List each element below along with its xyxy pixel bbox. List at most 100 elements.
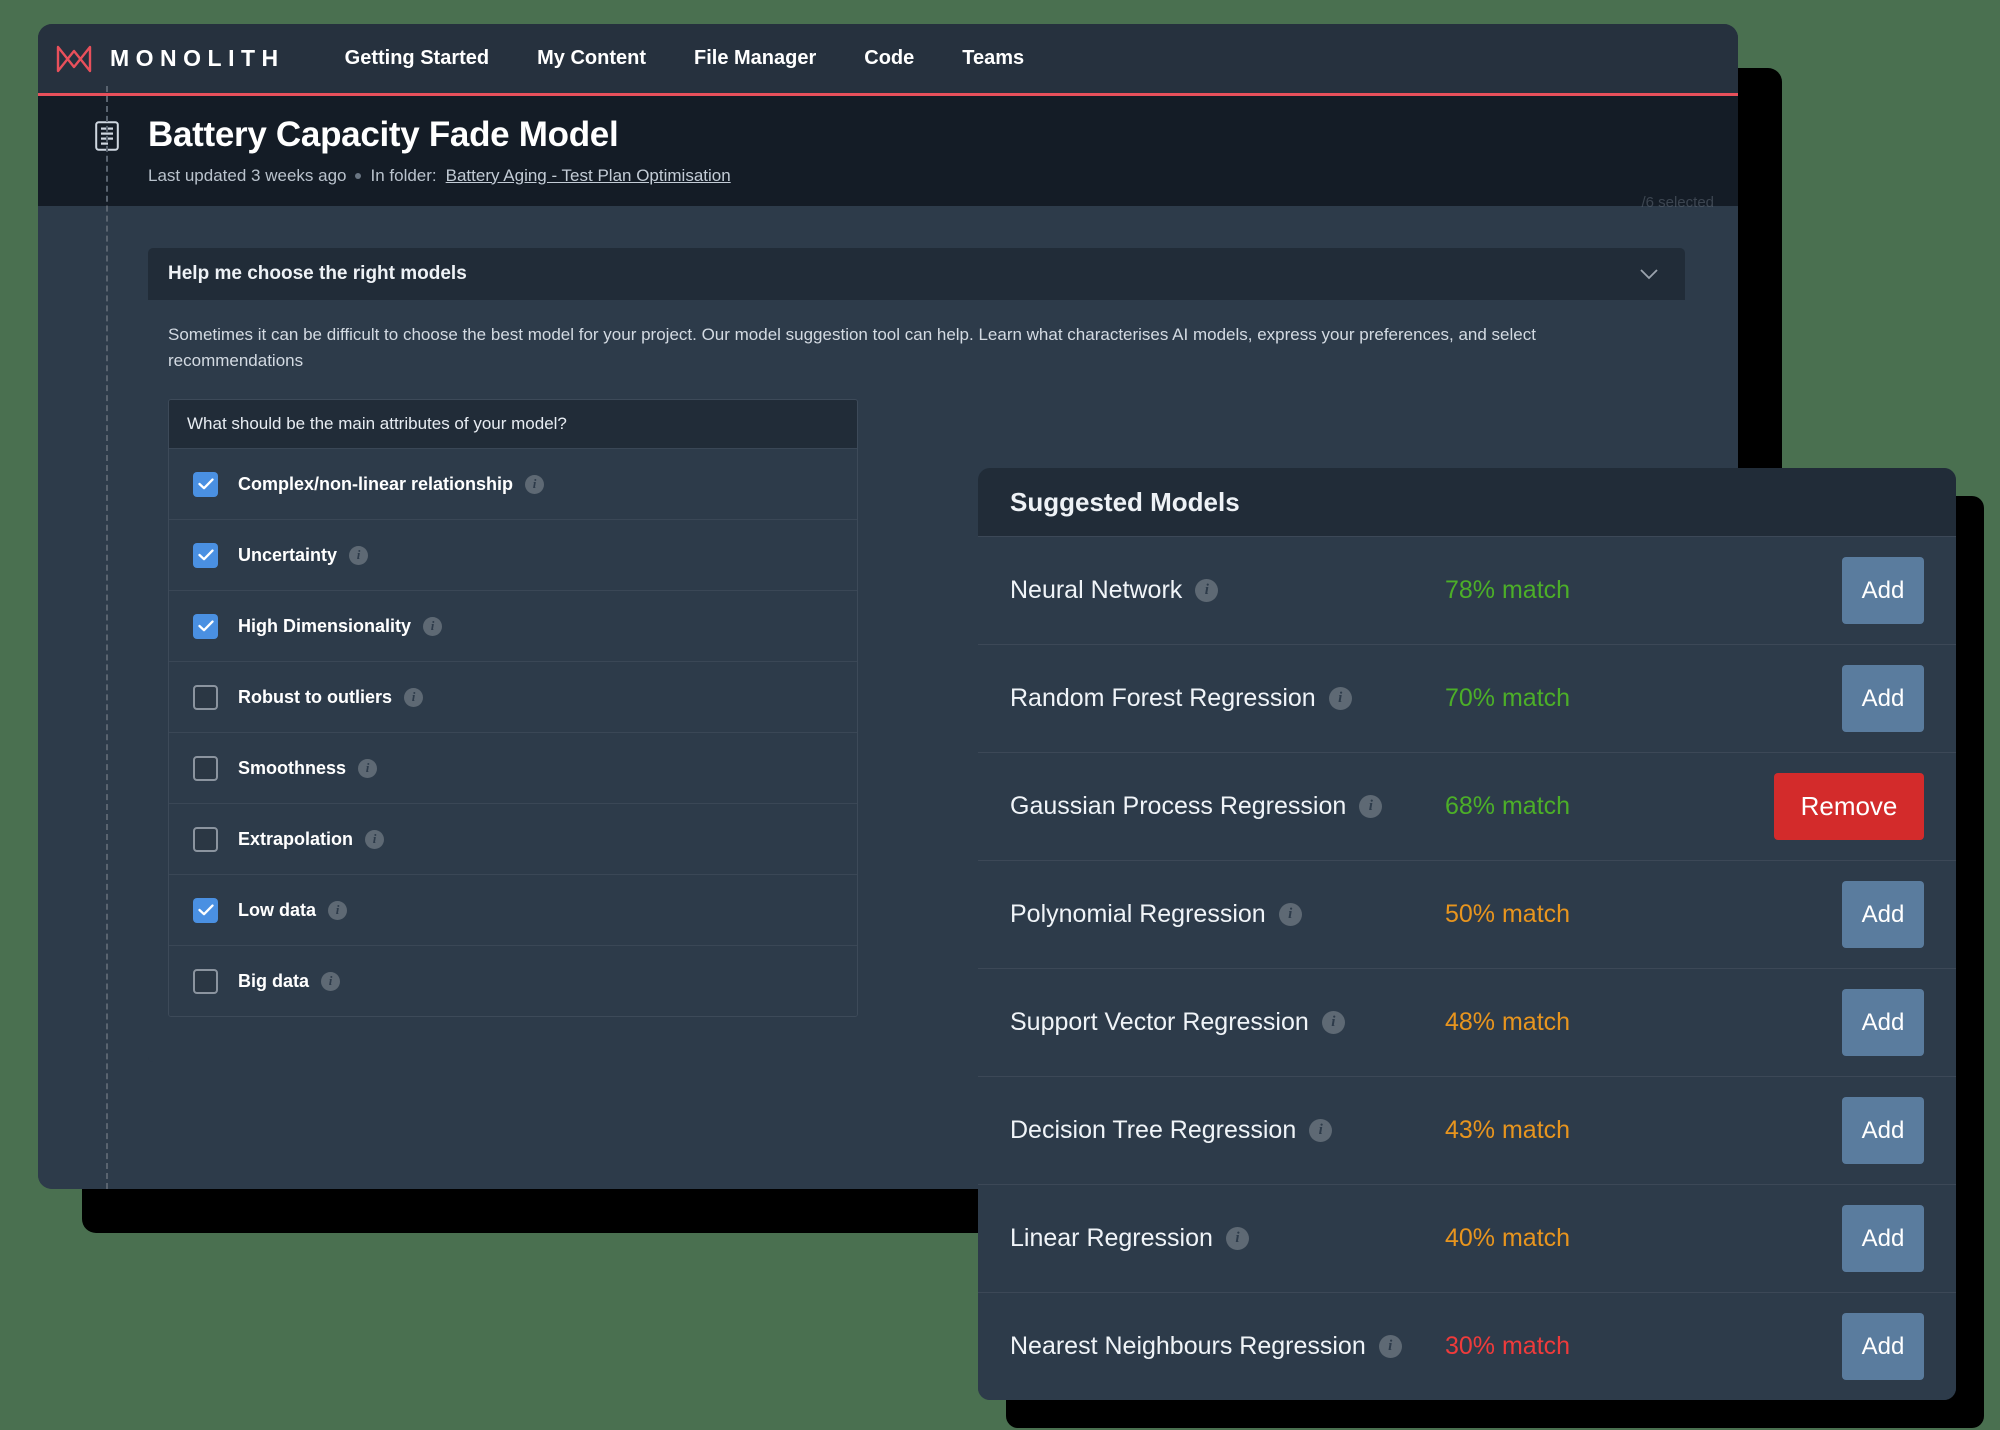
checkbox-big-data[interactable] <box>193 968 218 994</box>
model-row-neural-network: Neural Network i 78% match Add <box>978 536 1956 644</box>
add-button[interactable]: Add <box>1842 1313 1924 1380</box>
model-name-wrap: Decision Tree Regression i <box>1010 1116 1445 1145</box>
add-button[interactable]: Add <box>1842 1205 1924 1272</box>
chevron-down-icon[interactable] <box>1639 268 1659 280</box>
in-folder-label: In folder: <box>370 165 437 185</box>
info-icon[interactable]: i <box>1378 1335 1402 1358</box>
folder-link[interactable]: Battery Aging - Test Plan Optimisation <box>446 166 731 186</box>
info-icon[interactable]: i <box>423 616 443 636</box>
nav-link-getting-started[interactable]: Getting Started <box>321 39 513 78</box>
model-name: Polynomial Regression <box>1010 900 1266 928</box>
page-canvas: MONOLITH Getting Started My Content File… <box>0 0 2000 1430</box>
accordion-title: Help me choose the right models <box>168 263 467 284</box>
suggested-models-panel: Suggested Models Neural Network i 78% ma… <box>978 468 1956 1400</box>
model-row-linear-regression: Linear Regression i 40% match Add <box>978 1184 1956 1292</box>
checkbox-high-dimensionality[interactable] <box>193 613 218 639</box>
attribute-row-low-data[interactable]: Low data i <box>169 874 857 945</box>
model-match-score: 30% match <box>1445 1332 1571 1360</box>
info-icon[interactable]: i <box>1278 903 1302 926</box>
add-button[interactable]: Add <box>1842 665 1924 732</box>
check-icon <box>197 478 214 490</box>
info-icon[interactable]: i <box>358 758 378 778</box>
nav-link-my-content[interactable]: My Content <box>513 39 670 78</box>
model-row-gaussian-process-regression: Gaussian Process Regression i 68% match … <box>978 752 1956 860</box>
checkbox-robust-to-outliers[interactable] <box>193 684 218 710</box>
model-row-nearest-neighbours-regression: Nearest Neighbours Regression i 30% matc… <box>978 1292 1956 1400</box>
nav-link-file-manager[interactable]: File Manager <box>670 39 840 78</box>
model-name-wrap: Polynomial Regression i <box>1010 900 1445 929</box>
info-icon[interactable]: i <box>1225 1227 1249 1250</box>
model-name: Decision Tree Regression <box>1010 1116 1297 1144</box>
attribute-label: Extrapolation <box>238 828 354 849</box>
attribute-row-robust-to-outliers[interactable]: Robust to outliers i <box>169 661 857 732</box>
info-icon[interactable]: i <box>525 474 545 494</box>
attribute-label: Complex/non-linear relationship <box>238 473 514 494</box>
model-name-wrap: Gaussian Process Regression i <box>1010 792 1445 821</box>
check-icon <box>197 904 214 916</box>
model-match-score: 68% match <box>1445 792 1571 820</box>
suggested-models-title: Suggested Models <box>1010 486 1240 517</box>
info-icon[interactable]: i <box>321 971 341 991</box>
model-name: Support Vector Regression <box>1010 1008 1309 1036</box>
info-icon[interactable]: i <box>1321 1011 1345 1034</box>
model-row-support-vector-regression: Support Vector Regression i 48% match Ad… <box>978 968 1956 1076</box>
model-match-score: 48% match <box>1445 1008 1571 1036</box>
add-button[interactable]: Add <box>1842 557 1924 624</box>
attribute-label: Low data <box>238 899 317 920</box>
attribute-row-extrapolation[interactable]: Extrapolation i <box>169 803 857 874</box>
remove-button[interactable]: Remove <box>1774 773 1924 840</box>
attribute-row-uncertainty[interactable]: Uncertainty i <box>169 519 857 590</box>
brand-logo[interactable]: MONOLITH <box>56 45 285 73</box>
add-button[interactable]: Add <box>1842 1097 1924 1164</box>
checkbox-extrapolation[interactable] <box>193 826 218 852</box>
top-navigation-bar: MONOLITH Getting Started My Content File… <box>38 24 1738 96</box>
monolith-logo-icon <box>56 45 92 72</box>
model-name-wrap: Neural Network i <box>1010 576 1445 605</box>
model-name: Gaussian Process Regression <box>1010 792 1347 820</box>
attribute-row-smoothness[interactable]: Smoothness i <box>169 732 857 803</box>
info-icon[interactable]: i <box>1359 795 1383 818</box>
model-name-wrap: Nearest Neighbours Regression i <box>1010 1332 1445 1361</box>
checkbox-smoothness[interactable] <box>193 755 218 781</box>
add-button[interactable]: Add <box>1842 881 1924 948</box>
attribute-label: Uncertainty <box>238 544 338 565</box>
checkbox-low-data[interactable] <box>193 897 218 923</box>
model-match-score: 43% match <box>1445 1116 1571 1144</box>
nav-link-teams[interactable]: Teams <box>938 39 1048 78</box>
model-match-score: 50% match <box>1445 900 1571 928</box>
check-icon <box>197 549 214 561</box>
accordion-header[interactable]: Help me choose the right models <box>148 248 1685 300</box>
header-texts: Battery Capacity Fade Model Last updated… <box>148 114 731 186</box>
model-name: Linear Regression <box>1010 1224 1213 1252</box>
attribute-label: Robust to outliers <box>238 686 392 707</box>
page-title: Battery Capacity Fade Model <box>148 115 619 154</box>
model-row-random-forest-regression: Random Forest Regression i 70% match Add <box>978 644 1956 752</box>
selected-count-text: /6 selected <box>1641 194 1714 211</box>
model-name: Random Forest Regression <box>1010 684 1316 712</box>
attributes-question: What should be the main attributes of yo… <box>169 400 857 448</box>
model-name-wrap: Support Vector Regression i <box>1010 1008 1445 1037</box>
suggested-models-header: Suggested Models <box>978 468 1956 536</box>
brand-name: MONOLITH <box>110 45 285 71</box>
attribute-row-high-dimensionality[interactable]: High Dimensionality i <box>169 590 857 661</box>
nav-links: Getting Started My Content File Manager … <box>321 39 1049 78</box>
checkbox-uncertainty[interactable] <box>193 542 218 568</box>
page-subtitle: Last updated 3 weeks ago In folder: Batt… <box>148 166 731 186</box>
attribute-row-big-data[interactable]: Big data i <box>169 945 857 1016</box>
info-icon[interactable]: i <box>365 829 385 849</box>
add-button[interactable]: Add <box>1842 989 1924 1056</box>
info-icon[interactable]: i <box>404 687 423 707</box>
info-icon[interactable]: i <box>1328 687 1352 710</box>
attribute-row-complex-non-linear-relationship[interactable]: Complex/non-linear relationship i <box>169 448 857 519</box>
check-icon <box>197 620 214 632</box>
model-row-decision-tree-regression: Decision Tree Regression i 43% match Add <box>978 1076 1956 1184</box>
model-name-wrap: Random Forest Regression i <box>1010 684 1445 713</box>
model-name: Neural Network <box>1010 576 1183 604</box>
info-icon[interactable]: i <box>328 900 348 920</box>
info-icon[interactable]: i <box>1309 1119 1333 1142</box>
nav-link-code[interactable]: Code <box>840 39 938 78</box>
accordion-description: Sometimes it can be difficult to choose … <box>168 325 1536 370</box>
info-icon[interactable]: i <box>349 545 369 565</box>
checkbox-complex-non-linear-relationship[interactable] <box>193 471 218 497</box>
info-icon[interactable]: i <box>1195 579 1219 602</box>
